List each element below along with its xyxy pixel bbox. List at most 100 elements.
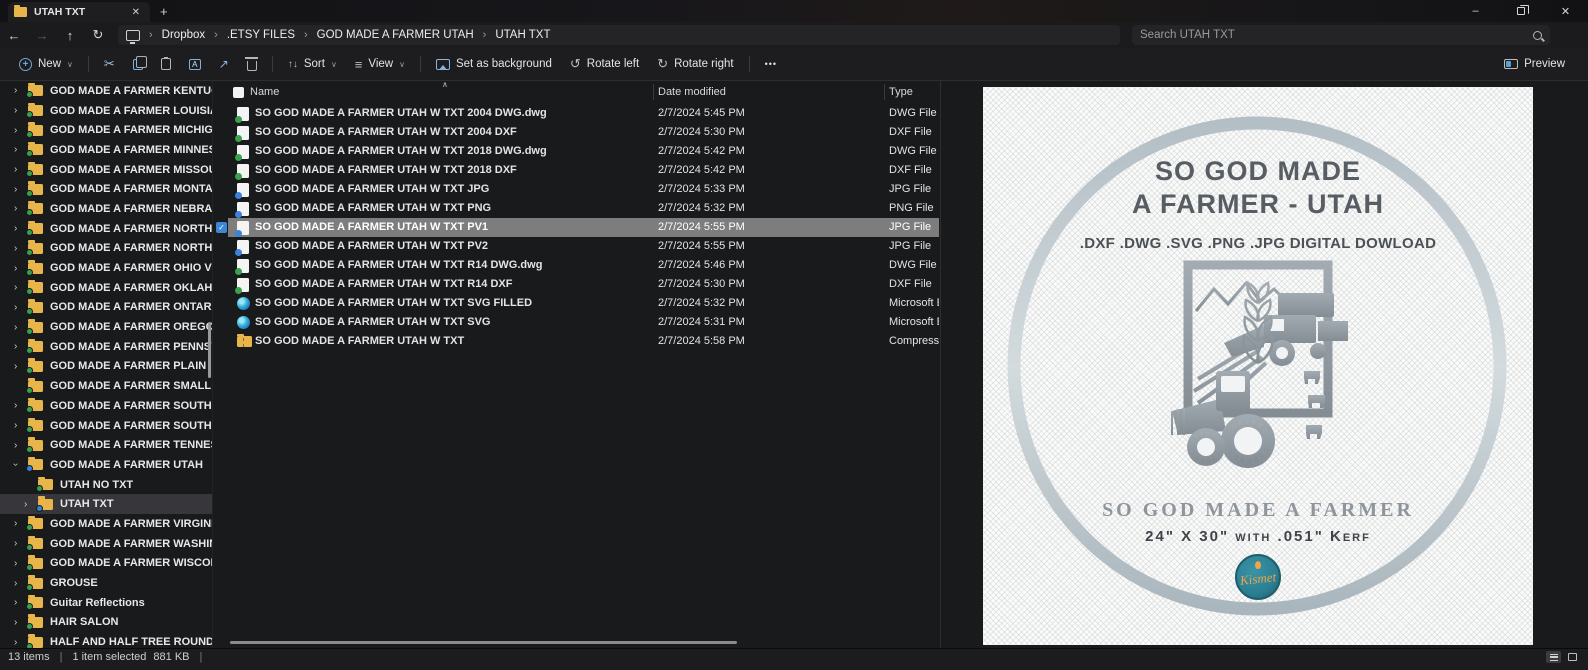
chevron-icon[interactable] xyxy=(14,578,26,589)
file-row[interactable]: ✓ SO GOD MADE A FARMER UTAH W TXT 2018 D… xyxy=(228,161,939,180)
file-row[interactable]: ✓ SO GOD MADE A FARMER UTAH W TXT 2/7/20… xyxy=(228,332,939,351)
chevron-icon[interactable] xyxy=(14,144,26,155)
breadcrumb-item[interactable]: UTAH TXT xyxy=(495,29,550,41)
sidebar-item[interactable]: GOD MADE A FARMER OKLAHOMA xyxy=(0,278,212,298)
search-box[interactable] xyxy=(1132,25,1550,45)
sidebar-item[interactable]: GOD MADE A FARMER ONTARIO xyxy=(0,298,212,318)
sidebar-item[interactable]: GOD MADE A FARMER LOUISIANA xyxy=(0,101,212,121)
column-divider[interactable] xyxy=(653,84,654,100)
sidebar-item[interactable]: UTAH TXT xyxy=(0,494,212,515)
sidebar-item[interactable]: GOD MADE A FARMER KENTUCKY xyxy=(0,81,212,101)
chevron-icon[interactable] xyxy=(14,282,26,293)
chevron-icon[interactable] xyxy=(14,85,26,96)
sidebar-item[interactable]: GOD MADE A FARMER NORTH CAROLINA xyxy=(0,219,212,239)
sidebar-item[interactable]: GOD MADE A FARMER MINNESOTA xyxy=(0,140,212,160)
file-row[interactable]: ✓ SO GOD MADE A FARMER UTAH W TXT SVG 2/… xyxy=(228,313,939,332)
chevron-icon[interactable] xyxy=(14,420,26,431)
share-button[interactable]: ↗ xyxy=(210,51,238,77)
explorer-tab[interactable]: UTAH TXT ✕ xyxy=(8,2,150,22)
horizontal-scrollbar[interactable] xyxy=(230,641,737,644)
chevron-icon[interactable] xyxy=(14,440,26,451)
file-row[interactable]: ✓ SO GOD MADE A FARMER UTAH W TXT PNG 2/… xyxy=(228,199,939,218)
sidebar-item[interactable]: GOD MADE A FARMER VIRGINIA xyxy=(0,514,212,534)
sidebar-item[interactable]: UTAH NO TXT xyxy=(0,475,212,495)
tab-close-icon[interactable]: ✕ xyxy=(128,7,144,18)
chevron-icon[interactable] xyxy=(14,322,26,333)
forward-button[interactable]: → xyxy=(28,28,56,43)
sidebar-item[interactable]: GOD MADE A FARMER MONTANA VERSION xyxy=(0,179,212,199)
preview-toggle-button[interactable]: Preview xyxy=(1495,51,1574,77)
row-checkbox[interactable]: ✓ xyxy=(216,221,227,233)
name-column-header[interactable]: Name xyxy=(250,86,279,98)
file-row[interactable]: ✓ SO GOD MADE A FARMER UTAH W TXT 2004 D… xyxy=(228,104,939,123)
close-button[interactable]: ✕ xyxy=(1543,0,1588,22)
chevron-icon[interactable] xyxy=(14,361,26,372)
search-icon[interactable] xyxy=(1533,30,1542,40)
file-row[interactable]: ✓ SO GOD MADE A FARMER UTAH W TXT R14 DX… xyxy=(228,275,939,294)
minimize-button[interactable]: – xyxy=(1453,0,1498,22)
search-input[interactable] xyxy=(1140,29,1533,41)
chevron-icon[interactable] xyxy=(14,637,26,648)
sidebar-item[interactable]: GOD MADE A FARMER SMALL MONTANA VERSIO xyxy=(0,376,212,396)
more-options-button[interactable]: ••• xyxy=(756,51,786,77)
large-icons-view-button[interactable] xyxy=(1565,651,1580,663)
this-pc-icon[interactable] xyxy=(126,29,140,44)
refresh-button[interactable]: ↻ xyxy=(84,27,112,43)
type-column-header[interactable]: Type xyxy=(889,86,913,98)
chevron-icon[interactable] xyxy=(14,400,26,411)
up-button[interactable]: ↑ xyxy=(56,28,84,43)
rotate-right-button[interactable]: ↻ Rotate right xyxy=(648,51,742,77)
chevron-icon[interactable] xyxy=(14,518,26,529)
file-row[interactable]: ✓ SO GOD MADE A FARMER UTAH W TXT PV1 2/… xyxy=(216,218,939,237)
sidebar-scrollbar[interactable] xyxy=(208,322,211,378)
sidebar-item[interactable]: GOD MADE A FARMER MISSOURI xyxy=(0,160,212,180)
view-button[interactable]: ≡ View ∨ xyxy=(346,51,414,77)
new-button[interactable]: + New ∨ xyxy=(10,51,82,77)
sidebar-item[interactable]: GOD MADE A FARMER SOUTH CAROLINA xyxy=(0,396,212,416)
rotate-left-button[interactable]: ↺ Rotate left xyxy=(561,51,648,77)
file-row[interactable]: ✓ SO GOD MADE A FARMER UTAH W TXT 2018 D… xyxy=(228,142,939,161)
sidebar-item[interactable]: GOD MADE A FARMER WISCONSIN xyxy=(0,554,212,574)
breadcrumb-item[interactable]: .ETSY FILES xyxy=(227,29,295,41)
chevron-icon[interactable] xyxy=(14,459,26,470)
chevron-icon[interactable] xyxy=(14,558,26,569)
sidebar-item[interactable]: GOD MADE A FARMER PENNSYLVANIA xyxy=(0,337,212,357)
chevron-icon[interactable] xyxy=(14,125,26,136)
new-tab-button[interactable]: + xyxy=(160,4,168,19)
chevron-icon[interactable] xyxy=(14,105,26,116)
sidebar-item[interactable]: GOD MADE A FARMER SOUTH DAKOTA xyxy=(0,416,212,436)
sidebar-item[interactable]: GOD MADE A FARMER PLAIN xyxy=(0,357,212,377)
sidebar-item[interactable]: GROUSE xyxy=(0,573,212,593)
back-button[interactable]: ← xyxy=(0,28,28,43)
chevron-icon[interactable] xyxy=(14,617,26,628)
breadcrumb[interactable]: › Dropbox › .ETSY FILES › GOD MADE A FAR… xyxy=(118,25,1120,45)
chevron-icon[interactable] xyxy=(14,597,26,608)
rename-button[interactable]: A xyxy=(180,51,210,77)
sidebar-item[interactable]: GOD MADE A FARMER UTAH xyxy=(0,455,212,475)
sidebar-item[interactable]: GOD MADE A FARMER OHIO VERSION xyxy=(0,258,212,278)
column-divider[interactable] xyxy=(884,84,885,100)
select-all-checkbox[interactable] xyxy=(233,87,244,98)
copy-button[interactable] xyxy=(124,51,152,77)
set-as-background-button[interactable]: Set as background xyxy=(427,51,561,77)
chevron-icon[interactable] xyxy=(14,184,26,195)
chevron-icon[interactable] xyxy=(14,243,26,254)
chevron-icon[interactable] xyxy=(14,341,26,352)
sort-button[interactable]: ↑↓ Sort ∨ xyxy=(279,51,346,77)
paste-button[interactable] xyxy=(152,51,180,77)
breadcrumb-item[interactable]: GOD MADE A FARMER UTAH xyxy=(317,29,474,41)
chevron-icon[interactable] xyxy=(14,263,26,274)
sidebar-item[interactable]: GOD MADE A FARMER OREGON xyxy=(0,317,212,337)
restore-button[interactable] xyxy=(1498,0,1543,22)
chevron-icon[interactable] xyxy=(14,223,26,234)
delete-button[interactable] xyxy=(238,51,266,77)
sidebar-item[interactable]: HALF AND HALF TREE ROUND xyxy=(0,632,212,648)
chevron-icon[interactable] xyxy=(14,538,26,549)
chevron-icon[interactable] xyxy=(14,203,26,214)
breadcrumb-item[interactable]: Dropbox xyxy=(162,29,205,41)
date-column-header[interactable]: Date modified xyxy=(658,86,726,98)
chevron-icon[interactable] xyxy=(24,499,36,510)
file-row[interactable]: ✓ SO GOD MADE A FARMER UTAH W TXT JPG 2/… xyxy=(228,180,939,199)
sidebar-item[interactable]: GOD MADE A FARMER NORTH DAKOTA xyxy=(0,239,212,259)
file-row[interactable]: ✓ SO GOD MADE A FARMER UTAH W TXT R14 DW… xyxy=(228,256,939,275)
